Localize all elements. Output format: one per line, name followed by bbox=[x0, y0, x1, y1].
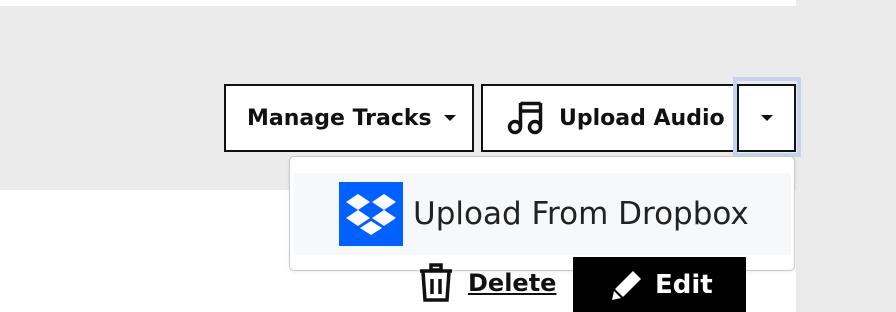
upload-audio-button[interactable]: Upload Audio bbox=[481, 84, 740, 152]
edit-button[interactable]: Edit bbox=[573, 257, 746, 312]
menu-item-upload-from-dropbox[interactable]: Upload From Dropbox bbox=[294, 173, 791, 255]
pencil-icon bbox=[612, 270, 641, 300]
edit-label: Edit bbox=[655, 269, 713, 300]
delete-button[interactable]: Delete bbox=[418, 262, 556, 304]
right-gutter bbox=[796, 0, 896, 312]
caret-down-icon bbox=[443, 115, 456, 121]
music-note-icon bbox=[507, 101, 543, 135]
upload-options-toggle-button[interactable] bbox=[737, 84, 796, 152]
trash-icon bbox=[420, 263, 452, 302]
delete-label: Delete bbox=[468, 269, 557, 297]
dropbox-logo-icon bbox=[339, 182, 403, 246]
upload-options-menu: Upload From Dropbox bbox=[289, 156, 795, 271]
caret-down-icon bbox=[760, 115, 773, 121]
manage-tracks-label: Manage Tracks bbox=[247, 105, 432, 131]
manage-tracks-button[interactable]: Manage Tracks bbox=[224, 84, 474, 152]
upload-audio-label: Upload Audio bbox=[559, 105, 725, 131]
menu-item-label: Upload From Dropbox bbox=[413, 196, 749, 232]
